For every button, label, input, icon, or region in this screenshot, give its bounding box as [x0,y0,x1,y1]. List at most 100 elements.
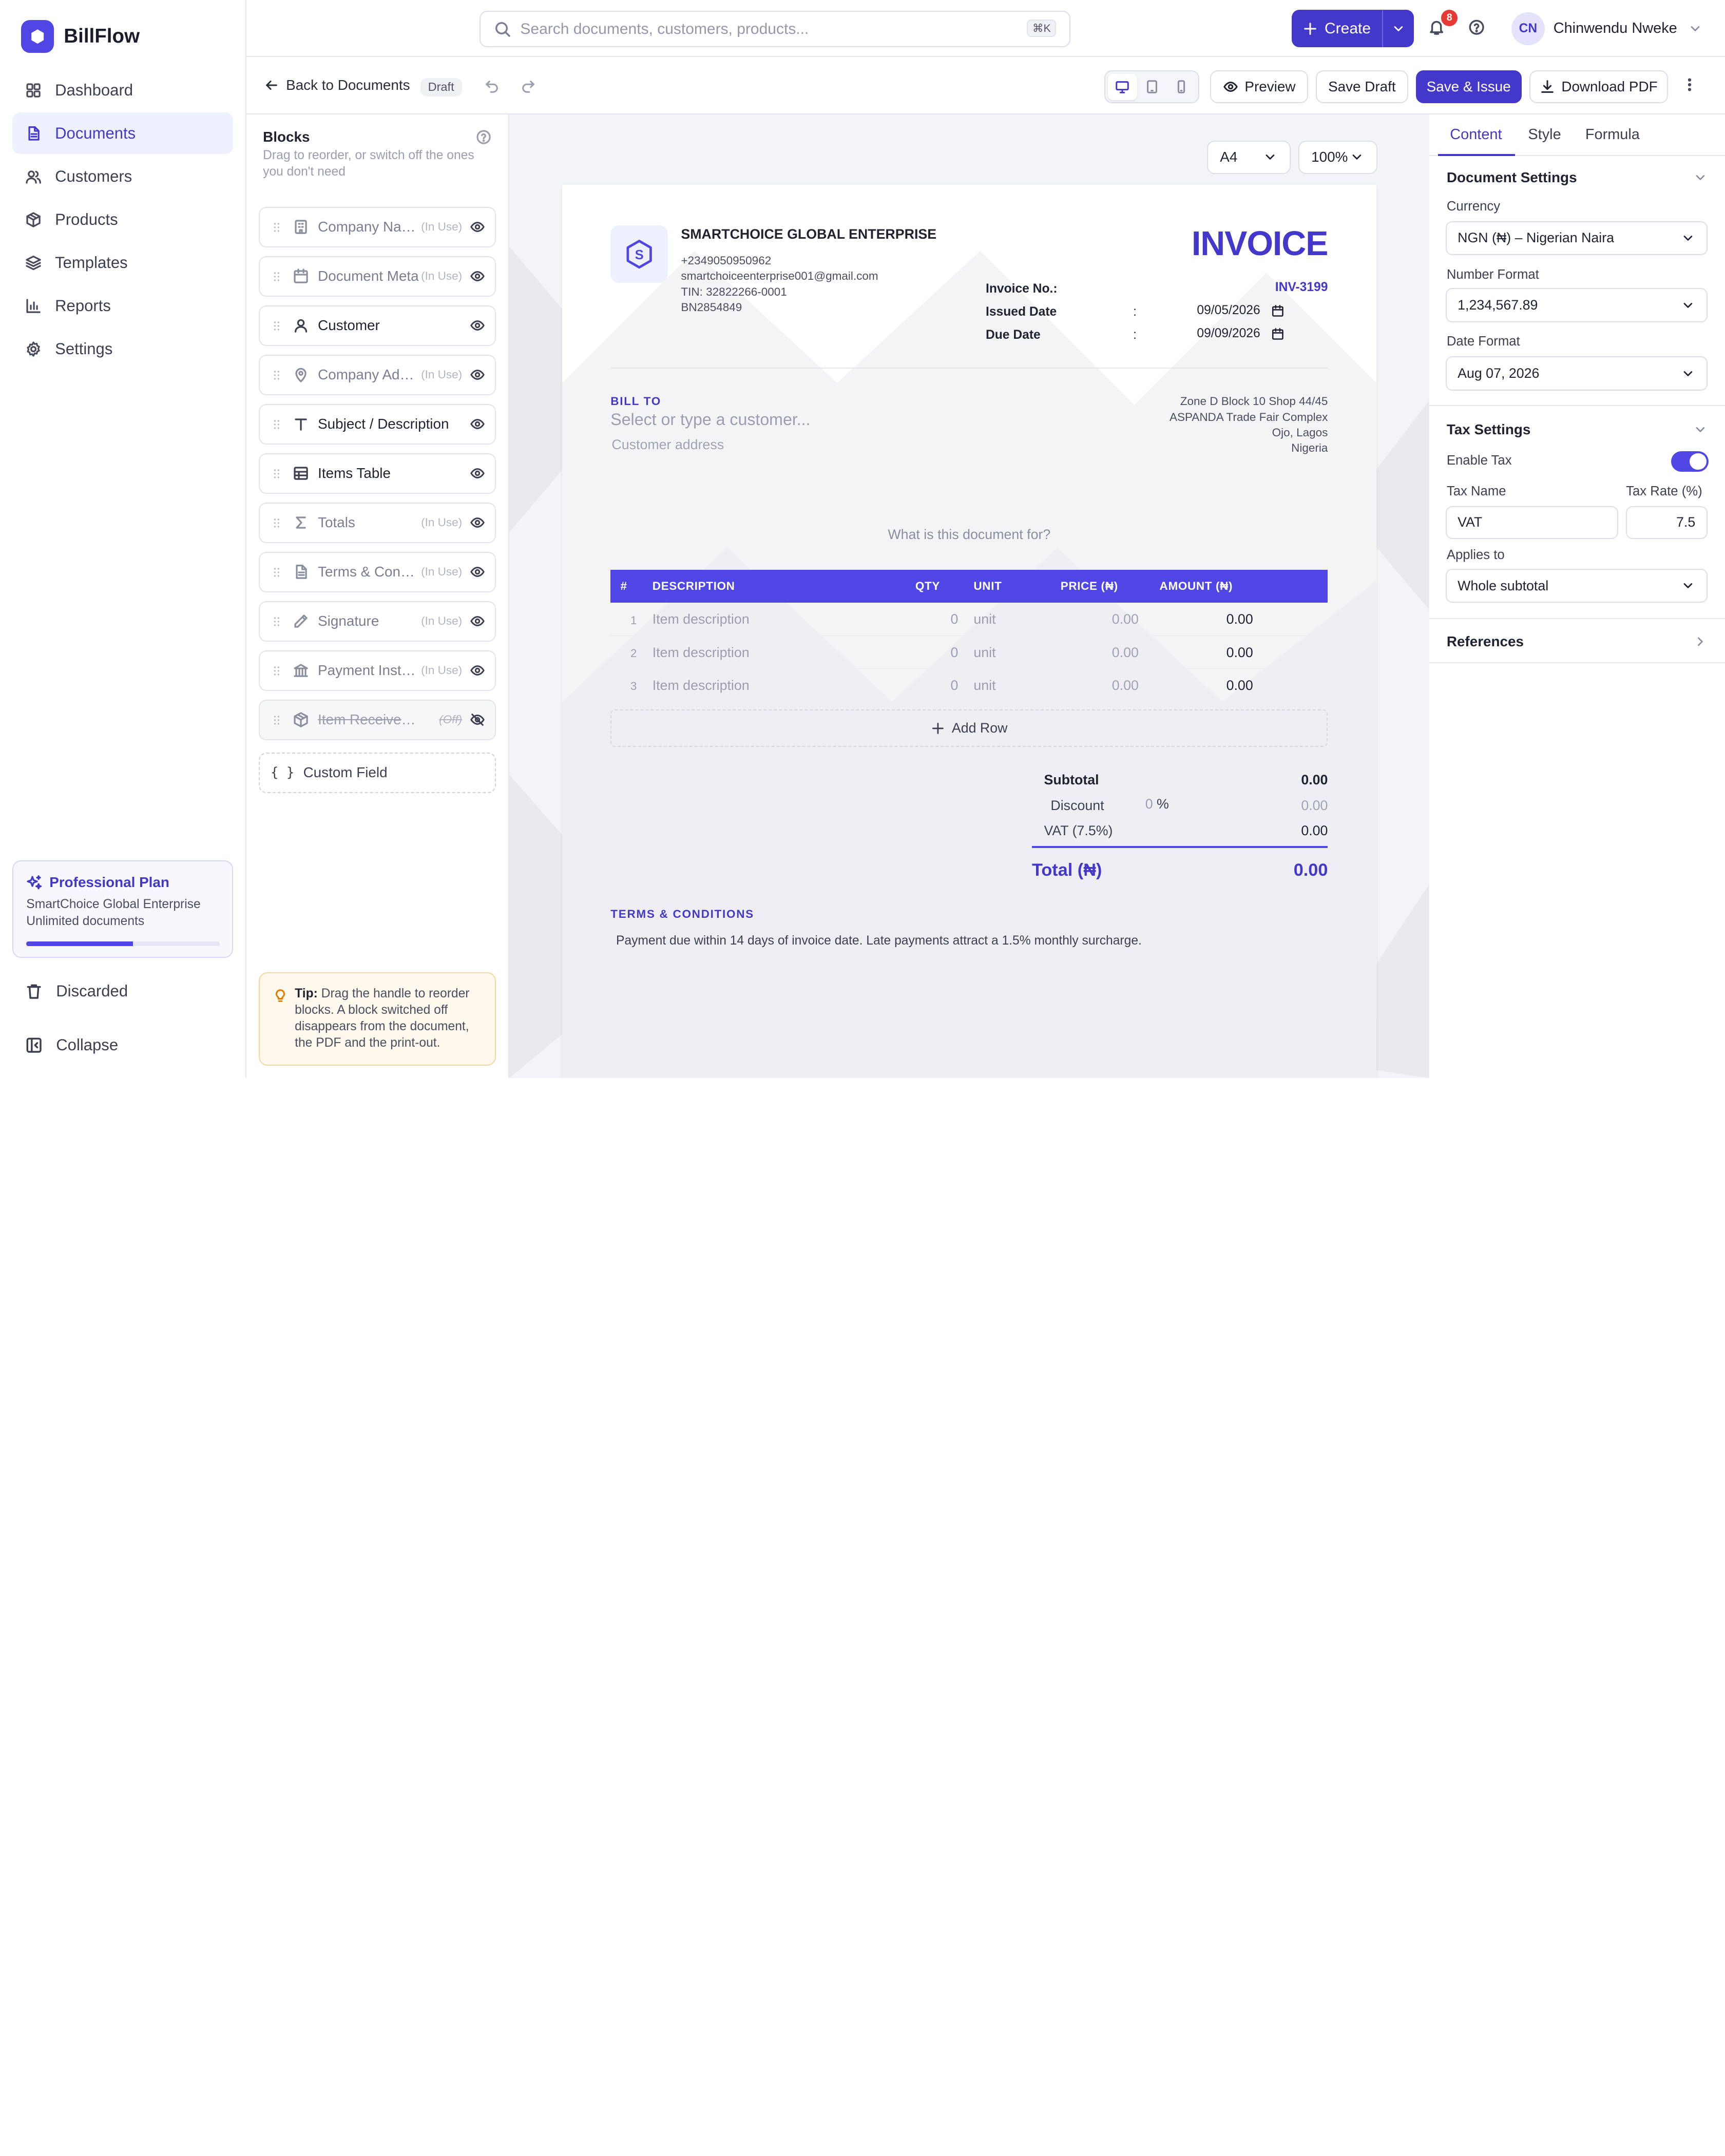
discount-percent-input[interactable]: 0 % [1145,796,1169,812]
block-item[interactable]: Document Meta (In Use) [258,256,496,297]
row-unit[interactable]: unit [973,678,995,694]
brand[interactable]: BillFlow [21,20,140,53]
number-format-select[interactable]: 1,234,567.89 [1445,288,1708,322]
company-name[interactable]: SMARTCHOICE GLOBAL ENTERPRISE [681,226,936,242]
more-options-button[interactable] [1682,77,1697,92]
save-issue-button[interactable]: Save & Issue [1415,70,1522,104]
block-item[interactable]: Item Received By (Off) [258,699,496,741]
block-item[interactable]: Payment Instructions(In Use) [258,650,496,691]
drag-handle-icon[interactable] [270,417,284,432]
row-description[interactable]: Item description [653,678,750,694]
zoom-select[interactable]: 100% [1298,141,1377,174]
help-button[interactable] [1468,18,1485,36]
sidebar-item-settings[interactable]: Settings [12,328,234,370]
page-size-select[interactable]: A4 [1206,141,1291,174]
search-input[interactable]: Search documents, customers, products...… [480,11,1070,48]
save-draft-button[interactable]: Save Draft [1315,70,1408,104]
row-price[interactable]: 0.00 [1112,678,1139,694]
sidebar-item-documents[interactable]: Documents [12,112,234,155]
applies-to-select[interactable]: Whole subtotal [1445,568,1708,603]
row-price[interactable]: 0.00 [1112,645,1139,661]
block-item[interactable]: Totals (In Use) [258,502,496,544]
drag-handle-icon[interactable] [270,319,284,333]
document-settings-header[interactable]: Document Settings [1447,169,1577,186]
row-unit[interactable]: unit [973,645,995,661]
drag-handle-icon[interactable] [270,270,284,284]
date-format-select[interactable]: Aug 07, 2026 [1445,356,1708,391]
row-price[interactable]: 0.00 [1112,611,1139,627]
references-header[interactable]: References [1447,633,1524,650]
company-contact[interactable]: +2349050950962 smartchoiceenterprise001@… [681,253,878,316]
subject-field[interactable]: What is this document for? [562,527,1376,543]
table-row[interactable]: 3 Item description 0 unit 0.00 0.00 [610,669,1328,702]
eye-icon[interactable] [470,466,485,481]
table-row[interactable]: 1 Item description 0 unit 0.00 0.00 [610,603,1328,636]
eye-icon[interactable] [470,367,485,382]
customer-select[interactable]: Select or type a customer... [610,410,810,429]
drag-handle-icon[interactable] [270,614,284,629]
eye-icon[interactable] [470,268,485,284]
chevron-down-icon[interactable] [1693,422,1708,437]
discarded-button[interactable]: Discarded [12,971,234,1011]
tab-style[interactable]: Style [1528,126,1561,143]
create-button[interactable]: Create [1292,10,1383,48]
preview-button[interactable]: Preview [1210,70,1308,104]
eye-icon[interactable] [470,515,485,530]
block-item[interactable]: Company Name (In Use) [258,206,496,248]
collapse-button[interactable]: Collapse [12,1025,234,1065]
eye-icon[interactable] [470,219,485,235]
download-pdf-button[interactable]: Download PDF [1529,70,1668,104]
plan-card[interactable]: Professional Plan SmartChoice Global Ent… [12,860,234,958]
row-qty[interactable]: 0 [951,678,959,694]
sidebar-item-templates[interactable]: Templates [12,242,234,283]
sidebar-item-reports[interactable]: Reports [12,285,234,326]
eye-icon[interactable] [470,663,485,678]
row-description[interactable]: Item description [653,645,750,661]
tax-rate-input[interactable]: 7.5 [1626,506,1708,539]
block-item[interactable]: Subject / Description [258,403,496,445]
custom-field-button[interactable]: { } Custom Field [258,752,496,793]
row-qty[interactable]: 0 [951,645,959,661]
drag-handle-icon[interactable] [270,516,284,530]
row-unit[interactable]: unit [973,611,995,627]
block-item[interactable]: Customer [258,305,496,346]
company-logo[interactable]: S [610,225,668,283]
drag-handle-icon[interactable] [270,713,284,727]
blocks-help-button[interactable] [475,129,492,145]
block-item[interactable]: Company Address(In Use) [258,354,496,396]
block-item[interactable]: Terms & Conditions(In Use) [258,551,496,593]
due-date-field[interactable]: 09/09/2026 [1197,326,1284,341]
table-row[interactable]: 2 Item description 0 unit 0.00 0.00 [610,636,1328,669]
chevron-down-icon[interactable] [1693,170,1708,185]
document-title[interactable]: INVOICE [1192,224,1329,263]
invoice-number[interactable]: INV-3199 [1275,280,1328,295]
company-address[interactable]: Zone D Block 10 Shop 44/45 ASPANDA Trade… [1170,394,1328,456]
chevron-right-icon[interactable] [1693,634,1708,649]
row-qty[interactable]: 0 [951,611,959,627]
eye-icon[interactable] [470,613,485,629]
drag-handle-icon[interactable] [270,220,284,235]
drag-handle-icon[interactable] [270,664,284,678]
create-dropdown-button[interactable] [1383,10,1414,47]
row-description[interactable]: Item description [653,611,750,627]
sidebar-item-customers[interactable]: Customers [12,156,234,197]
block-item[interactable]: Items Table [258,453,496,494]
user-menu[interactable]: CN Chinwendu Nweke [1511,12,1702,45]
eye-off-icon[interactable] [470,712,485,727]
eye-icon[interactable] [470,564,485,580]
customer-address-field[interactable]: Customer address [611,437,724,453]
currency-select[interactable]: NGN (₦) – Nigerian Naira [1445,221,1708,256]
tab-content[interactable]: Content [1450,126,1502,143]
sidebar-item-products[interactable]: Products [12,199,234,240]
tab-formula[interactable]: Formula [1585,126,1640,143]
sidebar-item-dashboard[interactable]: Dashboard [12,69,234,111]
terms-text[interactable]: Payment due within 14 days of invoice da… [616,934,1142,948]
add-row-button[interactable]: Add Row [610,709,1328,747]
issued-date-field[interactable]: 09/05/2026 [1197,303,1284,318]
redo-button[interactable] [521,78,536,93]
tablet-view-button[interactable] [1137,74,1166,100]
drag-handle-icon[interactable] [270,368,284,382]
drag-handle-icon[interactable] [270,467,284,481]
eye-icon[interactable] [470,416,485,432]
undo-button[interactable] [484,78,500,93]
